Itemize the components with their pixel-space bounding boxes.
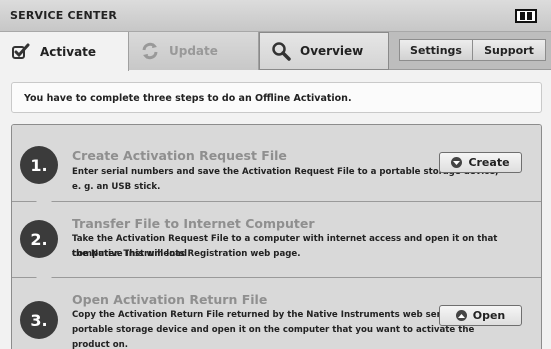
- support-button[interactable]: Support: [472, 39, 546, 61]
- magnifier-icon: [270, 40, 292, 62]
- step-3-desc-line1: Copy the Activation Return File returned…: [72, 310, 479, 320]
- step-3-desc-line3: product on.: [72, 340, 129, 349]
- arrow-down-circle-icon: [451, 157, 463, 168]
- refresh-icon: [139, 40, 161, 62]
- step-1-title: Create Activation Request File: [72, 148, 287, 163]
- tab-overview[interactable]: Overview: [259, 32, 389, 70]
- tab-bar: Activate Update Overview Settings Suppor…: [0, 32, 551, 71]
- step-1-desc-line1: Enter serial numbers and save the Activa…: [72, 167, 499, 177]
- window-title: SERVICE CENTER: [10, 9, 118, 22]
- create-button[interactable]: Create: [439, 152, 522, 173]
- step-3-title: Open Activation Return File: [72, 292, 268, 307]
- tab-update[interactable]: Update: [129, 32, 259, 70]
- settings-button[interactable]: Settings: [399, 39, 473, 61]
- steps-panel: 1. Create Activation Request File Enter …: [11, 124, 542, 349]
- step-1-number: 1.: [20, 146, 58, 184]
- tab-overview-label: Overview: [300, 44, 364, 58]
- open-button-label: Open: [472, 309, 506, 322]
- step-2: 2. Transfer File to Internet Computer Ta…: [12, 201, 541, 277]
- info-message: You have to complete three steps to do a…: [11, 82, 542, 113]
- step-connector: [36, 277, 52, 285]
- tab-activate[interactable]: Activate: [0, 32, 129, 71]
- step-3: 3. Open Activation Return File Copy the …: [12, 277, 541, 349]
- step-2-desc-line2: the Native Instruments Registration web …: [72, 249, 301, 259]
- step-3-desc-line2: portable storage device and open it on t…: [72, 325, 475, 335]
- step-2-number: 2.: [20, 220, 58, 258]
- title-bar: SERVICE CENTER: [0, 0, 551, 32]
- step-1: 1. Create Activation Request File Enter …: [12, 125, 541, 201]
- step-3-number: 3.: [20, 301, 58, 339]
- checkmark-icon: [10, 41, 32, 63]
- tab-update-label: Update: [169, 44, 218, 58]
- open-button[interactable]: Open: [439, 305, 522, 326]
- create-button-label: Create: [468, 156, 510, 169]
- tab-activate-label: Activate: [40, 44, 97, 59]
- step-1-desc-line2: e. g. an USB stick.: [72, 182, 161, 192]
- arrow-up-circle-icon: [455, 310, 467, 321]
- step-2-title: Transfer File to Internet Computer: [72, 216, 315, 231]
- step-connector: [36, 201, 52, 209]
- native-instruments-logo-icon: [515, 9, 537, 23]
